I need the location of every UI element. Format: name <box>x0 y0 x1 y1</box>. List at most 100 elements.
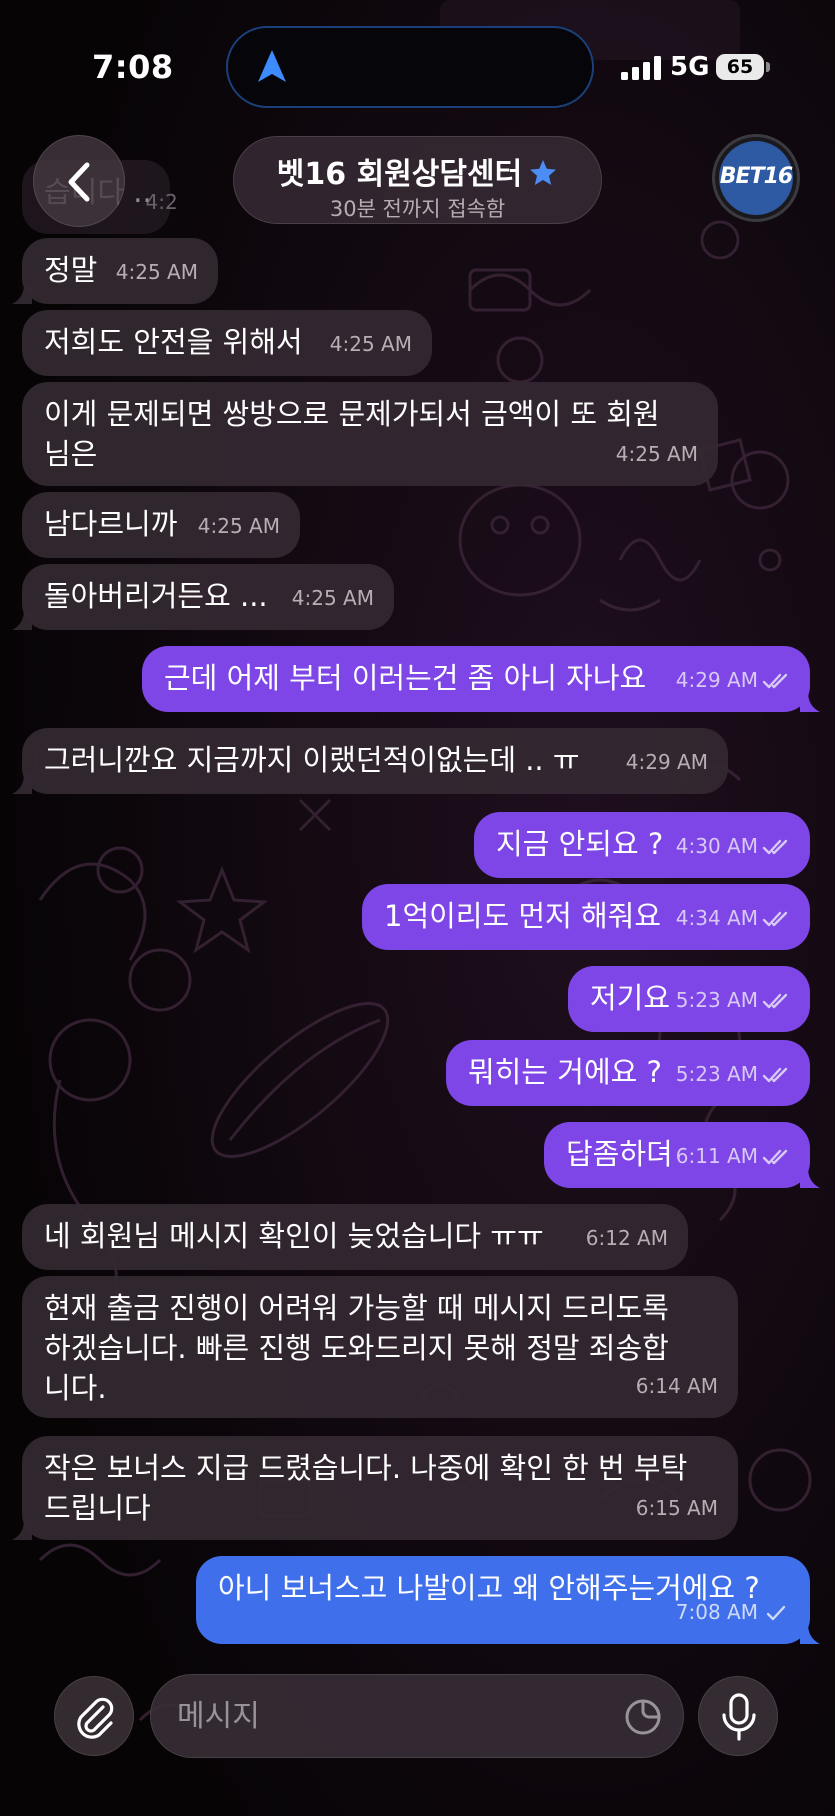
message-meta: 4:29 AM <box>626 742 708 782</box>
last-seen-status: 30분 전까지 접속함 <box>329 197 506 221</box>
incoming-message[interactable]: 작은 보너스 지급 드렸습니다. 나중에 확인 한 번 부탁 드립니다 6:15 … <box>12 1436 738 1540</box>
message-meta: 6:14 AM <box>636 1366 718 1406</box>
bubble-tail <box>12 774 32 794</box>
message-meta: 4:25 AM <box>616 434 698 474</box>
bubble-tail <box>800 1168 820 1188</box>
message-text: 이게 문제되면 쌍방으로 문제가되서 금액이 또 회원 님은 <box>44 397 660 471</box>
incoming-message[interactable]: 그러니깐요 지금까지 이랬던적이없는데 .. ㅠ 4:29 AM <box>12 728 728 794</box>
message-text: 저희도 안전을 위해서 <box>44 325 303 359</box>
message-text: 그러니깐요 지금까지 이랬던적이없는데 .. ㅠ <box>44 743 580 777</box>
message-meta: 5:23 AM <box>676 980 790 1020</box>
message-time: 4:25 AM <box>291 586 374 610</box>
outgoing-message[interactable]: 뭐히는 거에요 ? 5:23 AM <box>446 1040 810 1106</box>
star-icon <box>530 160 557 185</box>
bubble-tail <box>800 1624 820 1644</box>
message-text: 지금 안되요 ? <box>496 827 664 861</box>
attach-button[interactable] <box>54 1676 134 1756</box>
outgoing-message[interactable]: 답좀하뎌 6:11 AM <box>544 1122 820 1188</box>
message-meta: 6:15 AM <box>636 1488 718 1528</box>
outgoing-message[interactable]: 저기요 5:23 AM <box>568 966 810 1032</box>
double-check-icon <box>762 911 788 927</box>
dynamic-island <box>226 26 594 108</box>
message-meta: 4:25 AM <box>292 578 374 618</box>
message-meta: 4:25 AM <box>330 324 412 364</box>
message-text: 현재 출금 진행이 어려워 가능할 때 메시지 드리도록 하겠습니다. 빠른 진… <box>44 1291 669 1405</box>
message-text: 뭐히는 거에요 ? <box>468 1055 662 1089</box>
message-meta: 4:25 AM <box>198 506 280 546</box>
avatar-logo: BET16 <box>719 141 793 215</box>
message-time: 4:25 AM <box>197 514 280 538</box>
message-time: 7:08 AM <box>675 1600 758 1624</box>
message-text: 정말 <box>44 253 98 287</box>
message-time: 6:12 AM <box>585 1226 668 1250</box>
message-meta: 6:12 AM <box>586 1218 668 1258</box>
double-check-icon <box>762 1149 788 1165</box>
double-check-icon <box>762 673 788 689</box>
network-type: 5G <box>670 52 710 82</box>
chat-title-pill[interactable]: 벳16 회원상담센터 30분 전까지 접속함 <box>233 136 602 224</box>
chat-header: 벳16 회원상담센터 30분 전까지 접속함 BET16 <box>0 130 835 230</box>
chat-title: 벳16 회원상담센터 <box>234 149 601 193</box>
back-button[interactable] <box>33 135 125 227</box>
microphone-icon <box>722 1693 756 1741</box>
outgoing-message[interactable]: 근데 어제 부터 이러는건 좀 아니 자나요 4:29 AM <box>142 646 820 712</box>
double-check-icon <box>762 839 788 855</box>
status-bar: 7:08 5G 65 <box>0 0 835 130</box>
message-input[interactable] <box>177 1693 597 1739</box>
outgoing-message[interactable]: 지금 안되요 ? 4:30 AM <box>474 812 810 878</box>
message-text: 근데 어제 부터 이러는건 좀 아니 자나요 <box>164 661 647 695</box>
message-text: 답좀하뎌 <box>566 1137 673 1171</box>
message-time: 4:30 AM <box>675 834 758 858</box>
message-time: 5:23 AM <box>675 1062 758 1086</box>
status-time: 7:08 <box>92 48 174 86</box>
message-list: 습니다 .. 4:2 정말4:25 AM저희도 안전을 위해서4:25 AM이게… <box>0 0 835 1816</box>
message-time: 4:25 AM <box>115 260 198 284</box>
message-text: 저기요 <box>590 981 671 1015</box>
bubble-tail <box>800 692 820 712</box>
incoming-message[interactable]: 이게 문제되면 쌍방으로 문제가되서 금액이 또 회원 님은 4:25 AM <box>22 382 718 486</box>
bubble-tail <box>12 1520 32 1540</box>
message-time: 4:34 AM <box>675 906 758 930</box>
incoming-message[interactable]: 남다르니까 4:25 AM <box>22 492 300 558</box>
incoming-message[interactable]: 네 회원님 메시지 확인이 늦었습니다 ㅠㅠ 6:12 AM <box>22 1204 688 1270</box>
paperclip-icon <box>77 1697 114 1739</box>
message-meta: 4:25 AM <box>116 252 198 292</box>
message-input-field[interactable] <box>150 1674 684 1758</box>
message-time: 6:14 AM <box>635 1374 718 1398</box>
message-meta: 4:34 AM <box>676 898 790 938</box>
navigation-arrow-icon <box>258 50 286 82</box>
avatar[interactable]: BET16 <box>712 134 800 222</box>
incoming-message[interactable]: 정말 4:25 AM <box>12 238 218 304</box>
single-check-icon <box>766 1605 786 1621</box>
message-meta: 5:23 AM <box>676 1054 790 1094</box>
message-text: 네 회원님 메시지 확인이 늦었습니다 ㅠㅠ <box>44 1219 544 1253</box>
bubble-tail <box>12 284 32 304</box>
avatar-text: BET16 <box>719 164 793 189</box>
voice-record-button[interactable] <box>698 1676 778 1756</box>
sticker-icon[interactable] <box>623 1697 663 1737</box>
message-time: 4:25 AM <box>615 442 698 466</box>
chevron-left-icon <box>68 162 90 202</box>
message-meta: 4:29 AM <box>676 660 790 700</box>
message-meta: 4:30 AM <box>676 826 790 866</box>
battery-level: 65 <box>716 54 764 80</box>
incoming-message[interactable]: 저희도 안전을 위해서 4:25 AM <box>22 310 432 376</box>
message-text: 1억이리도 먼저 해줘요 <box>384 899 662 933</box>
outgoing-message[interactable]: 1억이리도 먼저 해줘요 4:34 AM <box>362 884 810 950</box>
message-time: 6:11 AM <box>675 1144 758 1168</box>
message-time: 5:23 AM <box>675 988 758 1012</box>
incoming-message[interactable]: 돌아버리거든요 ... 4:25 AM <box>12 564 394 630</box>
message-time: 4:25 AM <box>329 332 412 356</box>
bubble-tail <box>12 610 32 630</box>
outgoing-message[interactable]: 아니 보너스고 나발이고 왜 안해주는거에요 ? 7:08 AM <box>196 1556 820 1644</box>
composer-bar <box>0 1660 835 1770</box>
message-time: 4:29 AM <box>675 668 758 692</box>
message-meta: 7:08 AM <box>676 1592 790 1632</box>
incoming-message[interactable]: 현재 출금 진행이 어려워 가능할 때 메시지 드리도록 하겠습니다. 빠른 진… <box>22 1276 738 1418</box>
message-text: 작은 보너스 지급 드렸습니다. 나중에 확인 한 번 부탁 드립니다 <box>44 1451 688 1525</box>
message-time: 4:29 AM <box>625 750 708 774</box>
chat-title-text: 벳16 회원상담센터 <box>276 157 523 192</box>
message-meta: 6:11 AM <box>676 1136 790 1176</box>
double-check-icon <box>762 993 788 1009</box>
double-check-icon <box>762 1067 788 1083</box>
